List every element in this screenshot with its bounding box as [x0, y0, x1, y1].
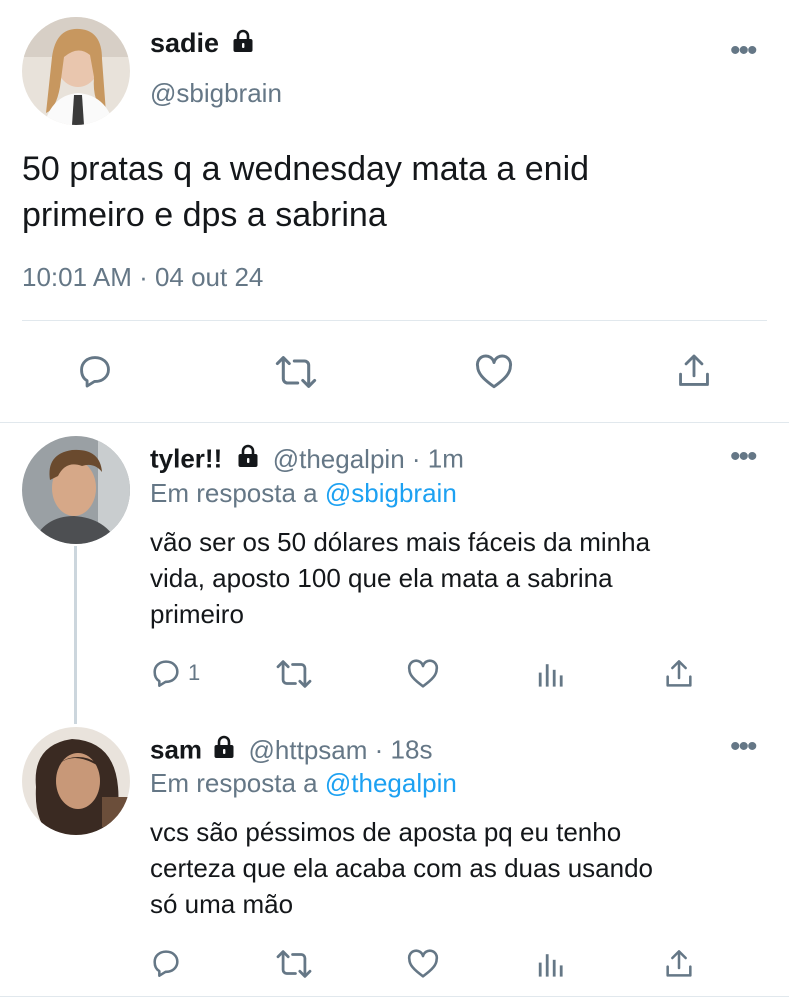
lock-icon — [232, 29, 254, 58]
like-icon[interactable] — [474, 354, 514, 390]
tweet-text: 50 pratas q a wednesday mata a enid prim… — [22, 146, 762, 238]
reply-header: sam @httpsam · 18s — [150, 733, 432, 766]
avatar-tyler[interactable] — [22, 436, 130, 544]
divider-thread — [0, 422, 789, 423]
reply-count: 1 — [188, 660, 201, 685]
author-row: sadie — [150, 28, 254, 60]
reply-time: · 1m — [411, 443, 464, 474]
reply-icon[interactable] — [76, 352, 114, 390]
reply-text-line-3: só uma mão — [150, 889, 294, 919]
avatar-sadie[interactable] — [22, 17, 130, 125]
divider-bottom — [0, 996, 789, 997]
reply-to-mention[interactable]: @sbigbrain — [325, 478, 457, 508]
reply-text: vcs são péssimos de aposta pq eu tenho c… — [150, 814, 770, 922]
reply-text: vão ser os 50 dólares mais fáceis da min… — [150, 524, 770, 632]
reply-text-line-2: vida, aposto 100 que ela mata a sabrina — [150, 563, 613, 593]
author-name[interactable]: sadie — [150, 28, 219, 58]
lock-icon — [213, 735, 235, 766]
more-icon[interactable]: ••• — [730, 442, 757, 472]
reply-icon[interactable] — [150, 947, 182, 979]
reply-to-mention[interactable]: @thegalpin — [325, 768, 457, 798]
reply-time: · 18s — [374, 734, 433, 765]
retweet-icon[interactable] — [274, 353, 318, 391]
avatar-sam[interactable] — [22, 727, 130, 835]
reply-text-line-1: vão ser os 50 dólares mais fáceis da min… — [150, 527, 651, 557]
lock-icon — [237, 444, 259, 475]
reply-header: tyler!! @thegalpin · 1m — [150, 442, 464, 475]
reply-author-handle[interactable]: @thegalpin — [273, 444, 405, 474]
reply-text-line-2: certeza que ela acaba com as duas usando — [150, 853, 654, 883]
share-icon[interactable] — [664, 948, 694, 980]
share-icon[interactable] — [664, 658, 694, 690]
author-handle[interactable]: @sbigbrain — [150, 78, 282, 109]
more-icon[interactable]: ••• — [730, 732, 757, 762]
analytics-icon[interactable] — [536, 660, 564, 688]
tweet-text-line-2: primeiro e dps a sabrina — [22, 196, 387, 234]
tweet-text-line-1: 50 pratas q a wednesday mata a enid — [22, 150, 590, 188]
thread-line — [74, 546, 77, 724]
analytics-icon[interactable] — [536, 950, 564, 978]
retweet-icon[interactable] — [275, 658, 313, 690]
like-icon[interactable] — [406, 949, 440, 979]
reply-to-line: Em resposta a @thegalpin — [150, 768, 457, 799]
reply-author-name[interactable]: sam — [150, 735, 202, 765]
tweet-timestamp[interactable]: 10:01 AM · 04 out 24 — [22, 262, 263, 293]
retweet-icon[interactable] — [275, 948, 313, 980]
reply-to-prefix: Em resposta a — [150, 768, 318, 798]
reply-text-line-1: vcs são péssimos de aposta pq eu tenho — [150, 817, 622, 847]
reply-to-line: Em resposta a @sbigbrain — [150, 478, 457, 509]
divider-top — [22, 320, 767, 321]
like-icon[interactable] — [406, 659, 440, 689]
reply-author-name[interactable]: tyler!! — [150, 444, 222, 474]
reply-text-line-3: primeiro — [150, 599, 244, 629]
reply-to-prefix: Em resposta a — [150, 478, 318, 508]
share-icon[interactable] — [676, 352, 712, 390]
reply-author-handle[interactable]: @httpsam — [249, 735, 368, 765]
reply-icon[interactable] — [150, 657, 182, 689]
more-icon[interactable]: ••• — [730, 36, 757, 66]
